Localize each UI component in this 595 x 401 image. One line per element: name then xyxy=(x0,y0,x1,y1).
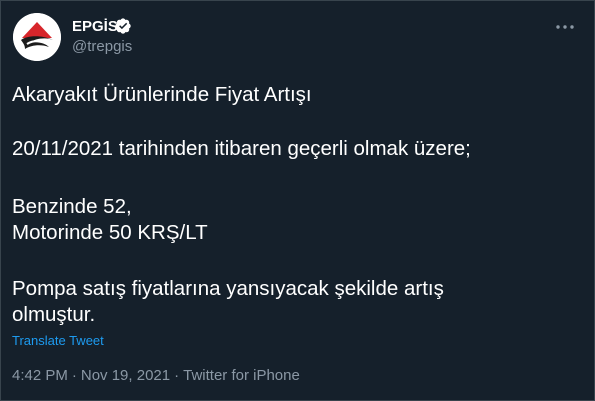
tweet-meta: 4:42 PM · Nov 19, 2021 · Twitter for iPhone xyxy=(12,367,300,385)
more-icon[interactable] xyxy=(553,15,577,39)
avatar[interactable] xyxy=(13,13,61,61)
tweet-text-body-end: olmuştur. xyxy=(12,303,96,326)
author-name[interactable]: EPGİS xyxy=(72,18,118,36)
meta-separator: · xyxy=(174,367,180,384)
translate-tweet-link[interactable]: Translate Tweet xyxy=(12,333,104,349)
author-handle[interactable]: @trepgis xyxy=(72,38,132,56)
tweet-card: EPGİS @trepgis Akaryakıt Ürünlerinde Fiy… xyxy=(0,0,595,401)
meta-separator: · xyxy=(71,367,77,384)
tweet-text-title: Akaryakıt Ürünlerinde Fiyat Artışı xyxy=(12,83,312,106)
tweet-text-diesel: Motorinde 50 KRŞ/LT xyxy=(12,221,208,244)
tweet-text-date: 20/11/2021 tarihinden itibaren geçerli o… xyxy=(12,137,471,160)
tweet-date[interactable]: Nov 19, 2021 xyxy=(81,367,170,384)
tweet-source[interactable]: Twitter for iPhone xyxy=(183,367,300,384)
epgis-logo-icon xyxy=(13,13,61,61)
verified-badge-icon xyxy=(115,18,131,34)
tweet-time[interactable]: 4:42 PM xyxy=(12,367,68,384)
tweet-text-body: Pompa satış fiyatlarına yansıyacak şekil… xyxy=(12,277,444,300)
tweet-text-petrol: Benzinde 52, xyxy=(12,195,132,218)
